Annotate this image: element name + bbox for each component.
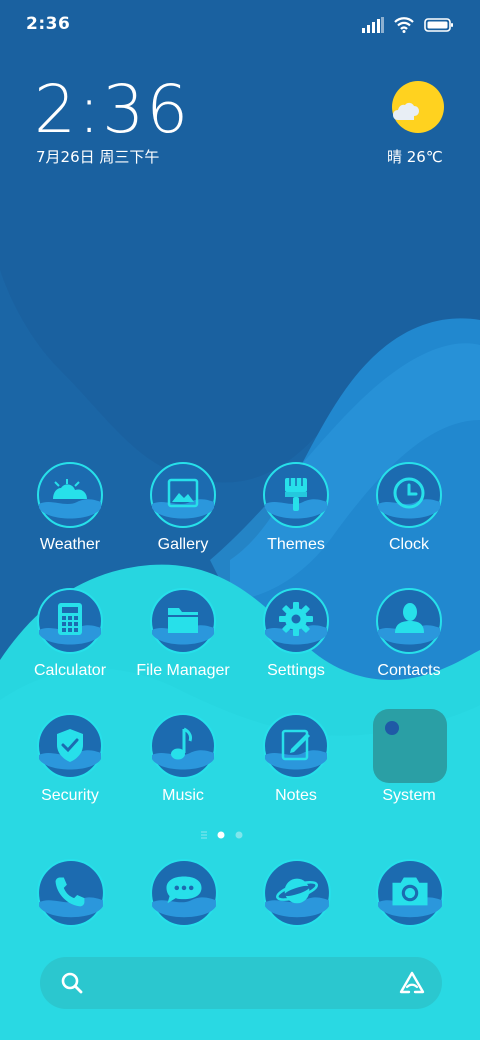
status-icons	[362, 14, 454, 36]
app-weather[interactable]: Weather	[10, 462, 130, 572]
person-icon	[376, 588, 442, 654]
shield-icon	[37, 713, 103, 779]
calculator-icon	[37, 588, 103, 654]
app-gallery[interactable]: Gallery	[123, 462, 243, 572]
clock-icon	[376, 462, 442, 528]
app-label: Clock	[388, 536, 429, 553]
assistant-icon[interactable]	[398, 970, 426, 996]
app-label: Music	[162, 787, 204, 804]
app-calculator[interactable]: Calculator	[10, 588, 130, 698]
page-dot	[235, 831, 243, 839]
search-bar[interactable]	[40, 957, 442, 1009]
signal-icon	[362, 17, 384, 33]
clock-widget-time[interactable]: 2:36	[34, 72, 190, 148]
clock-widget-date: 7月26日 周三下午	[36, 148, 160, 166]
app-label: Themes	[267, 536, 325, 553]
sunny-cloud-icon[interactable]	[388, 80, 448, 136]
phone-icon[interactable]	[37, 859, 105, 927]
folder-icon	[150, 588, 216, 654]
app-notes[interactable]: Notes	[236, 713, 356, 823]
page-dot-active	[217, 831, 225, 839]
app-file-manager[interactable]: File Manager	[123, 588, 243, 698]
browser-planet-icon[interactable]	[263, 859, 331, 927]
search-icon	[61, 972, 83, 994]
app-label: Security	[41, 787, 99, 804]
app-label: Weather	[39, 536, 101, 553]
app-label: File Manager	[136, 662, 230, 679]
weather-icon	[37, 462, 103, 528]
app-label: System	[382, 787, 436, 804]
app-label: Gallery	[157, 536, 209, 553]
app-label: Notes	[275, 787, 317, 804]
battery-icon	[424, 18, 453, 32]
message-icon[interactable]	[150, 859, 218, 927]
folder-mini-app-icon	[385, 721, 399, 735]
home-screen: 2:36 2:36 7月26日 周三下午 晴 26℃ Weather Galle…	[0, 0, 480, 1040]
status-time: 2:36	[26, 14, 71, 34]
weather-widget-text: 晴 26℃	[387, 148, 443, 166]
app-system-folder[interactable]: System	[349, 709, 469, 823]
page-indicator-lines	[201, 831, 207, 839]
status-bar: 2:36	[0, 0, 480, 50]
music-note-icon	[150, 713, 216, 779]
page-indicator[interactable]	[200, 829, 260, 841]
paintbrush-icon	[263, 462, 329, 528]
gear-icon	[263, 588, 329, 654]
app-label: Contacts	[377, 662, 441, 679]
wifi-icon	[394, 17, 414, 33]
app-label: Settings	[267, 662, 325, 679]
gallery-icon	[150, 462, 216, 528]
app-music[interactable]: Music	[123, 713, 243, 823]
camera-icon[interactable]	[376, 859, 444, 927]
note-edit-icon	[263, 713, 329, 779]
app-clock[interactable]: Clock	[349, 462, 469, 572]
app-security[interactable]: Security	[10, 713, 130, 823]
app-settings[interactable]: Settings	[236, 588, 356, 698]
folder-system-icon	[373, 709, 447, 783]
app-contacts[interactable]: Contacts	[349, 588, 469, 698]
app-themes[interactable]: Themes	[236, 462, 356, 572]
app-label: Calculator	[33, 662, 107, 679]
